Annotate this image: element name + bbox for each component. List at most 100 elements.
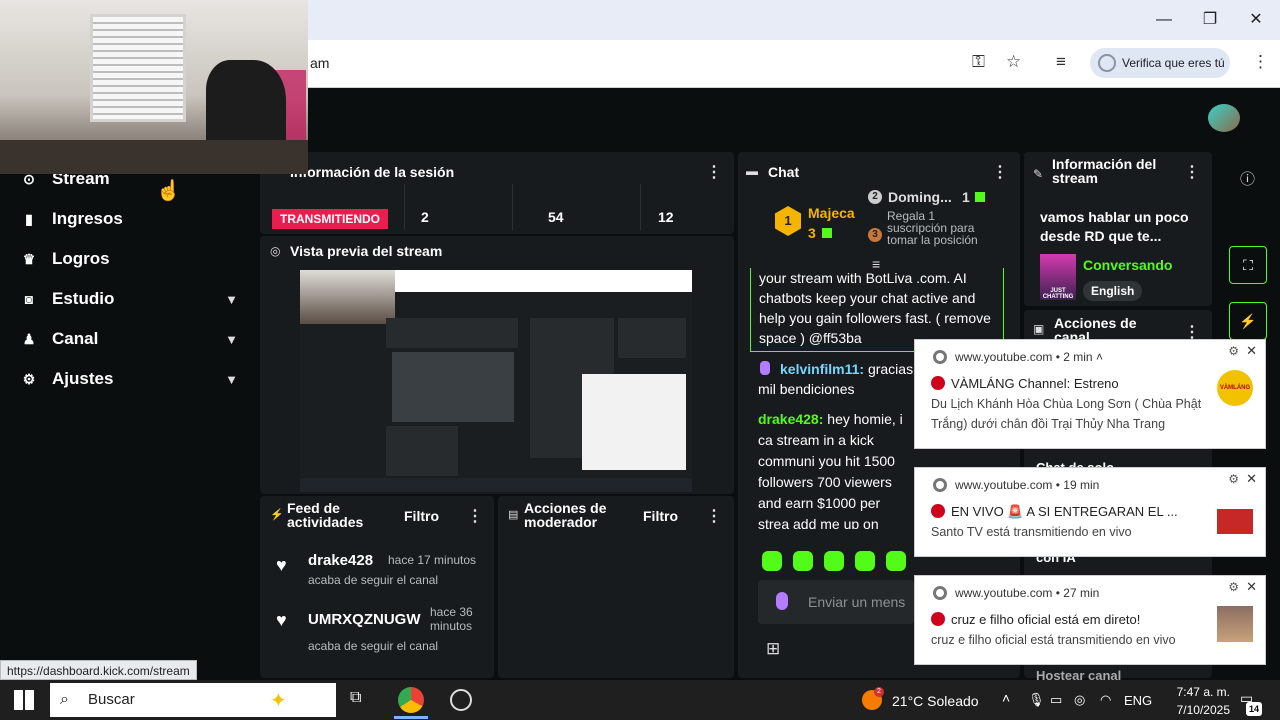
language-indicator[interactable]: ENG — [1124, 693, 1152, 708]
browser-menu-icon[interactable]: ⋮ — [1252, 52, 1269, 72]
feed-filter-button[interactable]: Filtro — [404, 508, 439, 524]
emote-icon[interactable] — [855, 551, 875, 571]
wifi-icon[interactable]: ◠ — [1100, 692, 1111, 708]
preview-webcam — [300, 270, 395, 324]
category-name[interactable]: Conversando — [1083, 257, 1172, 273]
notification-title: cruz e filho oficial está em direto! — [931, 612, 1140, 627]
stream-title: vamos hablar un poco desde RD que te... — [1040, 209, 1189, 244]
feed-title: Feed de actividades — [287, 500, 364, 530]
session-menu-icon[interactable]: ⋮ — [706, 162, 722, 182]
settings-tray-icon[interactable]: ◎ — [1074, 692, 1085, 708]
restore-button[interactable]: ❐ — [1198, 8, 1222, 32]
emote-icon[interactable] — [886, 551, 906, 571]
notification-source: www.youtube.com • 2 min ˄ — [955, 350, 1103, 364]
session-stat-value: 12 — [658, 209, 674, 225]
gear-icon[interactable]: ⚙ — [1228, 472, 1239, 486]
chat-message-text: hey homie, i ca stream in a kick communi… — [758, 411, 903, 529]
preview-notifications — [582, 374, 686, 470]
windows-start-icon[interactable] — [14, 690, 34, 710]
key-icon[interactable]: ⚿ — [972, 52, 985, 72]
clock-date[interactable]: 7/10/2025 — [1160, 703, 1230, 717]
media-control-icon[interactable]: ≡ — [1056, 52, 1066, 72]
chevron-down-icon: ▼ — [225, 331, 238, 347]
stream-info-menu-icon[interactable]: ⋮ — [1184, 162, 1200, 182]
preview-feed-panel — [386, 426, 458, 476]
chat-input-placeholder: Enviar un mens — [808, 594, 906, 610]
emote-icon[interactable] — [793, 551, 813, 571]
stat-divider — [404, 184, 405, 230]
search-label: Buscar — [88, 691, 135, 708]
chrome-taskbar-icon[interactable] — [398, 687, 424, 713]
chat-username[interactable]: drake428: — [758, 411, 823, 427]
close-icon[interactable]: ✕ — [1246, 579, 1257, 595]
feed-action: acaba de seguir el canal — [308, 573, 439, 587]
second-name[interactable]: Doming... — [888, 189, 952, 205]
feed-user[interactable]: drake428 — [308, 552, 373, 569]
preview-icon: ◎ — [270, 244, 281, 258]
sidebar-item-ingresos[interactable]: ▮ Ingresos — [20, 203, 244, 235]
sidebar-item-label: Ajustes — [52, 369, 114, 388]
user-avatar[interactable] — [1208, 104, 1240, 132]
notification-source: www.youtube.com • 19 min — [955, 478, 1100, 492]
category-thumbnail[interactable]: JUST CHATTING — [1040, 254, 1076, 300]
search-icon: ⌕ — [60, 691, 69, 708]
notification-card[interactable]: www.youtube.com • 19 min ⚙ ✕ EN VIVO 🚨 A… — [914, 467, 1266, 557]
verify-identity-button[interactable]: Verifica que eres tú — [1090, 48, 1230, 78]
language-tag: English — [1083, 281, 1143, 301]
close-window-button[interactable]: ✕ — [1244, 8, 1268, 32]
sidebar-item-estudio[interactable]: ◙ Estudio ▼ — [20, 283, 244, 315]
task-view-icon[interactable]: ⧉ — [350, 689, 361, 707]
sidebar-item-label: Estudio — [52, 289, 115, 308]
status-link-preview: https://dashboard.kick.com/stream — [0, 660, 197, 680]
trophy-icon: ♛ — [22, 250, 36, 267]
feed-time: hace 36 minutos — [430, 605, 473, 633]
stream-preview[interactable] — [300, 270, 692, 492]
heart-icon: ♥ — [276, 555, 287, 575]
notification-card[interactable]: www.youtube.com • 2 min ˄ ⚙ ✕ VÀMLÁNG Ch… — [914, 339, 1266, 449]
chat-username[interactable]: kelvinfilm11: — [780, 361, 864, 377]
preview-taskbar — [300, 478, 692, 492]
clock-time[interactable]: 7:47 a. m. — [1160, 685, 1230, 699]
verify-label: Verifica que eres tú — [1122, 56, 1225, 70]
gear-icon[interactable]: ⚙ — [1228, 344, 1239, 358]
gift-icon — [822, 228, 832, 238]
gift-box-icon[interactable]: ⊞ — [766, 639, 780, 659]
feed-menu-icon[interactable]: ⋮ — [467, 506, 483, 526]
taskbar-search[interactable]: ⌕ Buscar — [50, 683, 336, 717]
gear-icon[interactable]: ⚙ — [1228, 580, 1239, 594]
webcam-window — [90, 14, 186, 122]
preview-session-panel — [386, 318, 518, 348]
gift-icon — [975, 192, 985, 202]
leader-count: 3 — [808, 225, 816, 241]
minimize-button[interactable]: — — [1152, 8, 1176, 32]
emote-icon[interactable] — [824, 551, 844, 571]
emote-icon[interactable] — [762, 551, 782, 571]
sidebar-item-ajustes[interactable]: ⚙ Ajustes ▼ — [20, 363, 244, 395]
notification-count-badge: 14 — [1246, 702, 1262, 716]
screenshot-button[interactable]: ⛶ — [1229, 246, 1267, 284]
leader-name[interactable]: Majeca — [808, 205, 855, 221]
chat-menu-icon[interactable]: ⋮ — [992, 162, 1008, 182]
chat-icon: ▬ — [746, 164, 758, 178]
star-icon[interactable]: ☆ — [1006, 52, 1021, 72]
tray-expand-icon[interactable]: ˄ — [1002, 690, 1010, 706]
sidebar-item-label: Ingresos — [52, 209, 123, 228]
mod-filter-button[interactable]: Filtro — [643, 508, 678, 524]
close-icon[interactable]: ✕ — [1246, 343, 1257, 359]
url-text[interactable]: am — [310, 55, 329, 71]
battery-icon[interactable]: ▭ — [1050, 692, 1062, 708]
mod-menu-icon[interactable]: ⋮ — [706, 506, 722, 526]
weather-text[interactable]: 21°C Soleado — [892, 693, 979, 709]
info-icon[interactable]: ⓘ — [1240, 168, 1255, 189]
notification-card[interactable]: www.youtube.com • 27 min ⚙ ✕ cruz e filh… — [914, 575, 1266, 665]
chat-message: kelvinfilm11: gracias p — [780, 359, 920, 379]
close-icon[interactable]: ✕ — [1246, 471, 1257, 487]
sidebar-item-canal[interactable]: ♟ Canal ▼ — [20, 323, 244, 355]
obs-taskbar-icon[interactable] — [450, 689, 472, 711]
mic-tray-icon[interactable]: 🎙 — [1028, 692, 1045, 708]
chat-message-cont: mil bendiciones — [758, 381, 855, 397]
quick-action-button[interactable]: ⚡ — [1229, 302, 1267, 340]
sidebar-item-logros[interactable]: ♛ Logros — [20, 243, 244, 275]
feed-user[interactable]: UMRXQZNUGW — [308, 611, 421, 628]
heart-icon: ♥ — [276, 610, 287, 630]
